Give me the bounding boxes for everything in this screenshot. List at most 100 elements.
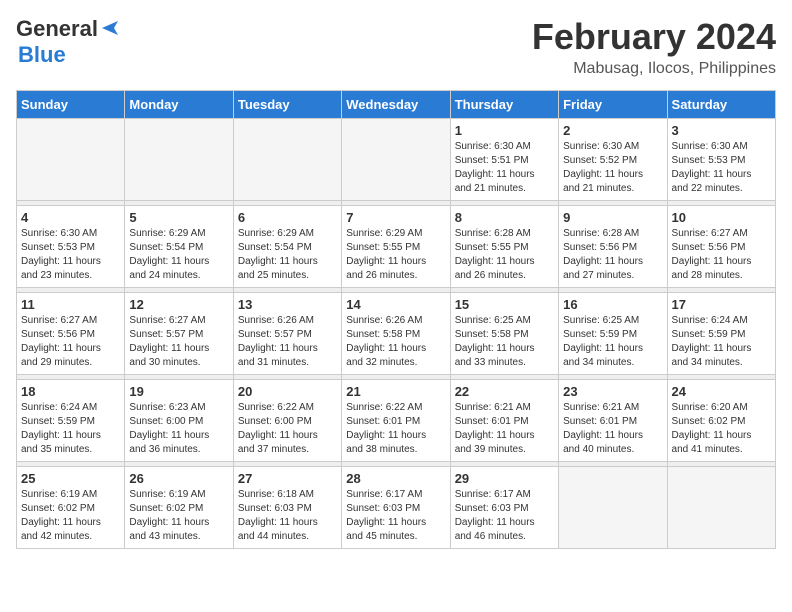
day-info: Sunrise: 6:21 AM Sunset: 6:01 PM Dayligh… xyxy=(455,401,554,457)
day-number: 28 xyxy=(346,471,445,486)
day-info: Sunrise: 6:27 AM Sunset: 5:56 PM Dayligh… xyxy=(672,227,771,283)
calendar-week-row: 25 Sunrise: 6:19 AM Sunset: 6:02 PM Dayli… xyxy=(17,467,776,549)
day-number: 14 xyxy=(346,297,445,312)
day-number: 5 xyxy=(129,210,228,225)
day-info: Sunrise: 6:29 AM Sunset: 5:54 PM Dayligh… xyxy=(238,227,337,283)
day-info: Sunrise: 6:30 AM Sunset: 5:51 PM Dayligh… xyxy=(455,140,554,196)
day-info: Sunrise: 6:29 AM Sunset: 5:54 PM Dayligh… xyxy=(129,227,228,283)
calendar-cell xyxy=(233,119,341,201)
calendar-week-row: 4 Sunrise: 6:30 AM Sunset: 5:53 PM Daylig… xyxy=(17,206,776,288)
day-number: 17 xyxy=(672,297,771,312)
day-number: 2 xyxy=(563,123,662,138)
day-number: 1 xyxy=(455,123,554,138)
location-title: Mabusag, Ilocos, Philippines xyxy=(532,60,776,78)
calendar-cell: 12Sunrise: 6:27 AM Sunset: 5:57 PM Dayli… xyxy=(125,293,233,375)
day-number: 3 xyxy=(672,123,771,138)
calendar-cell: 13 Sunrise: 6:26 AM Sunset: 5:57 PM Dayli… xyxy=(233,293,341,375)
calendar-header-row: SundayMondayTuesdayWednesdayThursdayFrid… xyxy=(17,91,776,119)
logo: General Blue xyxy=(16,16,118,68)
day-info: Sunrise: 6:26 AM Sunset: 5:58 PM Dayligh… xyxy=(346,314,445,370)
day-number: 8 xyxy=(455,210,554,225)
logo-bird-icon xyxy=(100,19,118,37)
calendar-cell: 9 Sunrise: 6:28 AM Sunset: 5:56 PM Daylig… xyxy=(559,206,667,288)
calendar-cell: 27Sunrise: 6:18 AM Sunset: 6:03 PM Dayli… xyxy=(233,467,341,549)
calendar-cell: 6 Sunrise: 6:29 AM Sunset: 5:54 PM Daylig… xyxy=(233,206,341,288)
day-number: 9 xyxy=(563,210,662,225)
day-number: 6 xyxy=(238,210,337,225)
day-number: 26 xyxy=(129,471,228,486)
day-info: Sunrise: 6:17 AM Sunset: 6:03 PM Dayligh… xyxy=(346,488,445,544)
day-info: Sunrise: 6:21 AM Sunset: 6:01 PM Dayligh… xyxy=(563,401,662,457)
day-number: 23 xyxy=(563,384,662,399)
calendar-cell: 15Sunrise: 6:25 AM Sunset: 5:58 PM Dayli… xyxy=(450,293,558,375)
day-info: Sunrise: 6:22 AM Sunset: 6:00 PM Dayligh… xyxy=(238,401,337,457)
day-info: Sunrise: 6:29 AM Sunset: 5:55 PM Dayligh… xyxy=(346,227,445,283)
day-info: Sunrise: 6:19 AM Sunset: 6:02 PM Dayligh… xyxy=(129,488,228,544)
weekday-header: Sunday xyxy=(17,91,125,119)
day-number: 18 xyxy=(21,384,120,399)
calendar-cell: 5 Sunrise: 6:29 AM Sunset: 5:54 PM Daylig… xyxy=(125,206,233,288)
calendar-cell: 18 Sunrise: 6:24 AM Sunset: 5:59 PM Dayli… xyxy=(17,380,125,462)
calendar-cell: 17 Sunrise: 6:24 AM Sunset: 5:59 PM Dayli… xyxy=(667,293,775,375)
weekday-header: Tuesday xyxy=(233,91,341,119)
calendar-cell: 2Sunrise: 6:30 AM Sunset: 5:52 PM Daylig… xyxy=(559,119,667,201)
calendar-cell: 4 Sunrise: 6:30 AM Sunset: 5:53 PM Daylig… xyxy=(17,206,125,288)
day-info: Sunrise: 6:28 AM Sunset: 5:56 PM Dayligh… xyxy=(563,227,662,283)
calendar-cell: 21 Sunrise: 6:22 AM Sunset: 6:01 PM Dayli… xyxy=(342,380,450,462)
day-info: Sunrise: 6:24 AM Sunset: 5:59 PM Dayligh… xyxy=(672,314,771,370)
day-number: 25 xyxy=(21,471,120,486)
day-info: Sunrise: 6:27 AM Sunset: 5:56 PM Dayligh… xyxy=(21,314,120,370)
day-info: Sunrise: 6:27 AM Sunset: 5:57 PM Dayligh… xyxy=(129,314,228,370)
day-number: 19 xyxy=(129,384,228,399)
logo-text-blue: Blue xyxy=(18,42,66,67)
calendar-cell: 1 Sunrise: 6:30 AM Sunset: 5:51 PM Daylig… xyxy=(450,119,558,201)
day-info: Sunrise: 6:22 AM Sunset: 6:01 PM Dayligh… xyxy=(346,401,445,457)
weekday-header: Friday xyxy=(559,91,667,119)
calendar-week-row: 18 Sunrise: 6:24 AM Sunset: 5:59 PM Dayli… xyxy=(17,380,776,462)
calendar-cell: 26 Sunrise: 6:19 AM Sunset: 6:02 PM Dayli… xyxy=(125,467,233,549)
calendar-cell: 22 Sunrise: 6:21 AM Sunset: 6:01 PM Dayli… xyxy=(450,380,558,462)
calendar-cell: 24 Sunrise: 6:20 AM Sunset: 6:02 PM Dayli… xyxy=(667,380,775,462)
calendar-cell: 23 Sunrise: 6:21 AM Sunset: 6:01 PM Dayli… xyxy=(559,380,667,462)
calendar-cell: 29Sunrise: 6:17 AM Sunset: 6:03 PM Dayli… xyxy=(450,467,558,549)
day-info: Sunrise: 6:24 AM Sunset: 5:59 PM Dayligh… xyxy=(21,401,120,457)
calendar-cell xyxy=(559,467,667,549)
calendar-cell xyxy=(667,467,775,549)
day-number: 11 xyxy=(21,297,120,312)
calendar-week-row: 11 Sunrise: 6:27 AM Sunset: 5:56 PM Dayli… xyxy=(17,293,776,375)
day-number: 21 xyxy=(346,384,445,399)
day-info: Sunrise: 6:25 AM Sunset: 5:58 PM Dayligh… xyxy=(455,314,554,370)
day-info: Sunrise: 6:20 AM Sunset: 6:02 PM Dayligh… xyxy=(672,401,771,457)
day-info: Sunrise: 6:28 AM Sunset: 5:55 PM Dayligh… xyxy=(455,227,554,283)
calendar-cell: 11 Sunrise: 6:27 AM Sunset: 5:56 PM Dayli… xyxy=(17,293,125,375)
weekday-header: Wednesday xyxy=(342,91,450,119)
calendar-cell: 19 Sunrise: 6:23 AM Sunset: 6:00 PM Dayli… xyxy=(125,380,233,462)
day-number: 13 xyxy=(238,297,337,312)
weekday-header: Saturday xyxy=(667,91,775,119)
day-info: Sunrise: 6:30 AM Sunset: 5:53 PM Dayligh… xyxy=(672,140,771,196)
month-title: February 2024 xyxy=(532,16,776,58)
calendar-cell xyxy=(125,119,233,201)
calendar-cell: 14 Sunrise: 6:26 AM Sunset: 5:58 PM Dayli… xyxy=(342,293,450,375)
day-number: 4 xyxy=(21,210,120,225)
calendar-cell: 16Sunrise: 6:25 AM Sunset: 5:59 PM Dayli… xyxy=(559,293,667,375)
day-info: Sunrise: 6:30 AM Sunset: 5:53 PM Dayligh… xyxy=(21,227,120,283)
calendar-cell: 28 Sunrise: 6:17 AM Sunset: 6:03 PM Dayli… xyxy=(342,467,450,549)
calendar-week-row: 1 Sunrise: 6:30 AM Sunset: 5:51 PM Daylig… xyxy=(17,119,776,201)
day-number: 7 xyxy=(346,210,445,225)
calendar-cell xyxy=(342,119,450,201)
day-info: Sunrise: 6:17 AM Sunset: 6:03 PM Dayligh… xyxy=(455,488,554,544)
weekday-header: Monday xyxy=(125,91,233,119)
day-number: 22 xyxy=(455,384,554,399)
calendar-cell: 20Sunrise: 6:22 AM Sunset: 6:00 PM Dayli… xyxy=(233,380,341,462)
day-info: Sunrise: 6:26 AM Sunset: 5:57 PM Dayligh… xyxy=(238,314,337,370)
day-number: 16 xyxy=(563,297,662,312)
calendar-cell: 8 Sunrise: 6:28 AM Sunset: 5:55 PM Daylig… xyxy=(450,206,558,288)
weekday-header: Thursday xyxy=(450,91,558,119)
day-number: 10 xyxy=(672,210,771,225)
logo-text-general: General xyxy=(16,16,98,42)
calendar-cell: 10 Sunrise: 6:27 AM Sunset: 5:56 PM Dayli… xyxy=(667,206,775,288)
day-number: 24 xyxy=(672,384,771,399)
calendar-cell: 3 Sunrise: 6:30 AM Sunset: 5:53 PM Daylig… xyxy=(667,119,775,201)
day-info: Sunrise: 6:23 AM Sunset: 6:00 PM Dayligh… xyxy=(129,401,228,457)
